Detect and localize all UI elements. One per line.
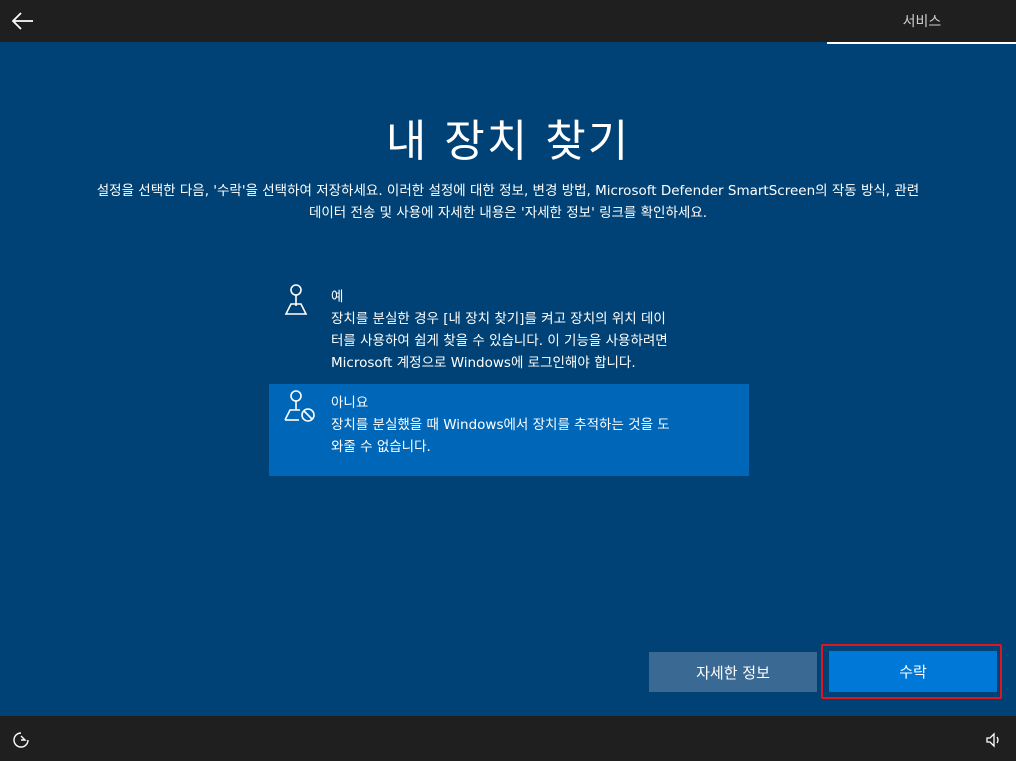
tab-underline [827,42,1016,44]
option-yes-desc-line-1: 장치를 분실한 경우 [내 장치 찾기]를 켜고 장치의 위치 데이 [331,311,666,327]
option-no-title: 아니요 [331,395,369,411]
intro-text: 설정을 선택한 다음, '수락'을 선택하여 저장하세요. 이러한 설정에 대한… [40,180,976,224]
back-arrow-icon [12,12,33,30]
tab-services[interactable]: 서비스 [827,0,1016,42]
top-bar: 서비스 [0,0,1016,44]
bottom-bar [0,716,1016,761]
option-no-desc-line-2: 와줄 수 없습니다. [331,439,431,455]
location-pin-map-icon [269,278,331,376]
option-no-desc-line-1: 장치를 분실했을 때 Windows에서 장치를 추적하는 것을 도 [331,417,670,433]
accept-button[interactable]: 수락 [829,651,997,692]
intro-line-1: 설정을 선택한 다음, '수락'을 선택하여 저장하세요. 이러한 설정에 대한… [96,183,920,199]
ease-of-access-icon[interactable] [12,731,30,749]
option-yes-desc-line-3: Microsoft 계정으로 Windows에 로그인해야 합니다. [331,355,636,371]
volume-icon[interactable] [985,731,1003,749]
option-no[interactable]: 아니요 장치를 분실했을 때 Windows에서 장치를 추적하는 것을 도 와… [269,384,749,476]
option-yes[interactable]: 예 장치를 분실한 경우 [내 장치 찾기]를 켜고 장치의 위치 데이 터를 … [269,278,749,376]
back-button[interactable] [8,6,38,36]
more-info-button[interactable]: 자세한 정보 [649,652,817,692]
option-no-description: 장치를 분실했을 때 Windows에서 장치를 추적하는 것을 도 와줄 수 … [331,414,670,458]
option-yes-description: 장치를 분실한 경우 [내 장치 찾기]를 켜고 장치의 위치 데이 터를 사용… [331,308,668,374]
option-yes-desc-line-2: 터를 사용하여 쉽게 찾을 수 있습니다. 이 기능을 사용하려면 [331,333,668,349]
location-pin-blocked-icon [269,384,331,476]
intro-line-2: 데이터 전송 및 사용에 자세한 내용은 '자세한 정보' 링크를 확인하세요. [308,205,708,221]
page-title: 내 장치 찾기 [385,116,631,167]
option-yes-title: 예 [331,289,344,305]
